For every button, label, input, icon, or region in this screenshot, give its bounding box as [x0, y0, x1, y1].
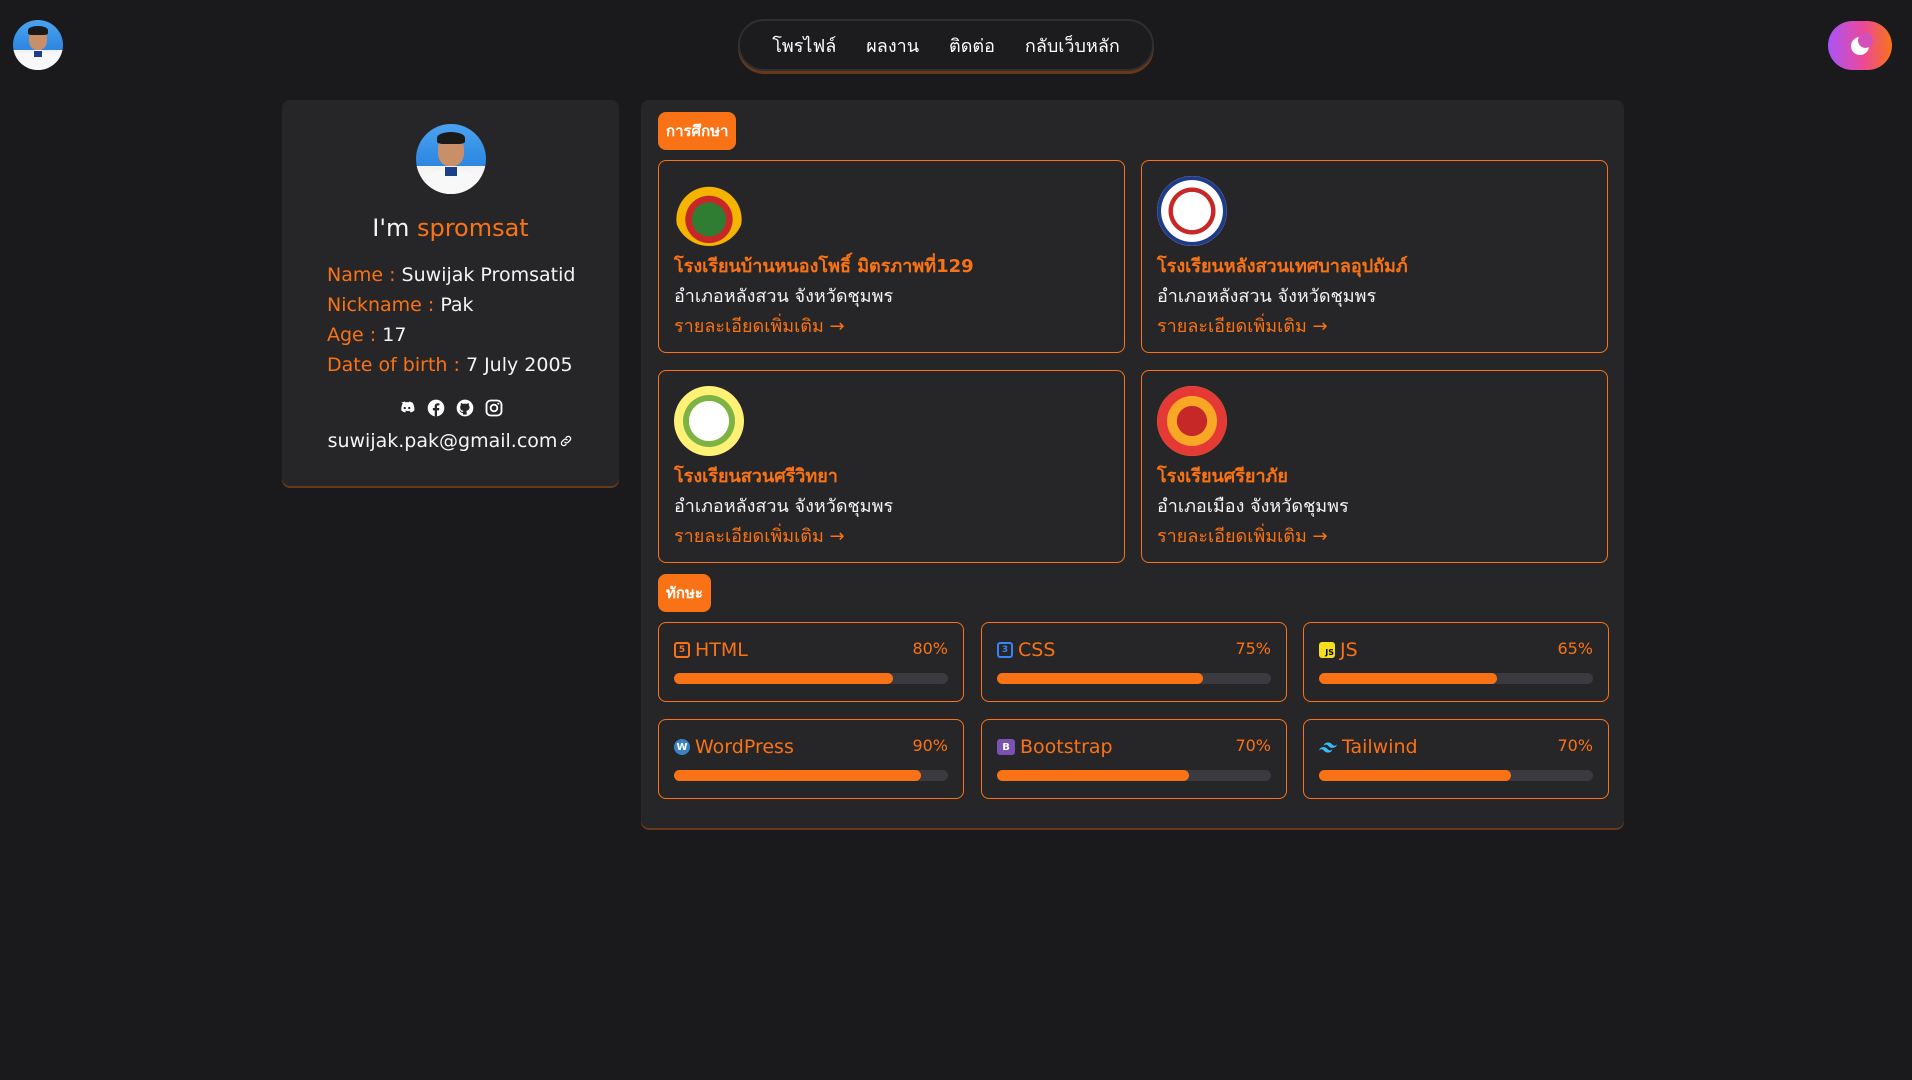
- skill-card: 5 HTML 80%: [658, 622, 964, 702]
- school-logo-suansriwittaya: [674, 386, 744, 456]
- nav-item-back-home[interactable]: กลับเว็บหลัก: [1025, 31, 1120, 60]
- info-age: Age : 17: [327, 324, 407, 346]
- school-more-link[interactable]: รายละเอียดเพิ่มเติม →: [1157, 521, 1328, 550]
- moon-icon: [1851, 32, 1873, 55]
- instagram-icon[interactable]: [484, 398, 504, 418]
- arrow-right-icon: →: [1312, 316, 1328, 337]
- profile-info: Name : Suwijak Promsatid Nickname : Pak …: [327, 260, 575, 380]
- link-icon: [561, 435, 572, 447]
- skill-percent: 75%: [1235, 639, 1271, 658]
- education-heading: การศึกษา: [658, 112, 737, 150]
- bootstrap-icon: B: [997, 739, 1015, 755]
- html5-icon: 5: [674, 642, 690, 658]
- nav-item-contact[interactable]: ติดต่อ: [949, 31, 995, 60]
- skill-progress-fill: [997, 770, 1189, 781]
- main-nav: โพรไฟล์ ผลงาน ติดต่อ กลับเว็บหลัก: [738, 19, 1154, 71]
- school-card: โรงเรียนศรียาภัย อำเภอเมือง จังหวัดชุมพร…: [1141, 370, 1608, 563]
- skill-percent: 65%: [1557, 639, 1593, 658]
- nav-item-profile[interactable]: โพรไฟล์: [772, 31, 836, 60]
- school-name: โรงเรียนหลังสวนเทศบาลอุปถัมภ์: [1157, 256, 1408, 277]
- skill-card: B Bootstrap 70%: [981, 719, 1287, 799]
- skill-name: JS JS: [1319, 639, 1358, 661]
- skill-progress-fill: [674, 770, 921, 781]
- arrow-right-icon: →: [829, 526, 845, 547]
- javascript-icon: JS: [1319, 642, 1335, 658]
- skill-progress-track: [674, 673, 948, 684]
- school-card: โรงเรียนบ้านหนองโพธิ์ มิตรภาพที่129 อำเภ…: [658, 160, 1125, 353]
- css3-icon: 3: [997, 642, 1013, 658]
- theme-toggle-button[interactable]: [1828, 21, 1892, 70]
- school-logo-nongpho: [674, 176, 744, 246]
- school-name: โรงเรียนศรียาภัย: [1157, 466, 1288, 487]
- nav-avatar[interactable]: [13, 20, 63, 70]
- arrow-right-icon: →: [1312, 526, 1328, 547]
- skill-percent: 80%: [912, 639, 948, 658]
- school-district: อำเภอหลังสวน จังหวัดชุมพร: [674, 496, 894, 517]
- social-links: [282, 398, 619, 418]
- skill-card: JS JS 65%: [1303, 622, 1609, 702]
- skill-name: W WordPress: [674, 736, 794, 758]
- nav-item-works[interactable]: ผลงาน: [866, 31, 919, 60]
- skill-progress-track: [997, 673, 1271, 684]
- skill-name: 5 HTML: [674, 639, 748, 661]
- discord-icon[interactable]: [397, 398, 417, 418]
- skill-progress-track: [997, 770, 1271, 781]
- school-card: โรงเรียนหลังสวนเทศบาลอุปถัมภ์ อำเภอหลังส…: [1141, 160, 1608, 353]
- school-name: โรงเรียนบ้านหนองโพธิ์ มิตรภาพที่129: [674, 256, 974, 277]
- content-panel: การศึกษา โรงเรียนบ้านหนองโพธิ์ มิตรภาพที…: [641, 100, 1624, 828]
- school-more-link[interactable]: รายละเอียดเพิ่มเติม →: [674, 311, 845, 340]
- school-more-link[interactable]: รายละเอียดเพิ่มเติม →: [674, 521, 845, 550]
- wordpress-icon: W: [674, 739, 690, 755]
- skill-progress-track: [1319, 770, 1593, 781]
- school-logo-langsuan-municipal: [1157, 176, 1227, 246]
- skill-percent: 90%: [912, 736, 948, 755]
- skill-progress-track: [674, 770, 948, 781]
- school-district: อำเภอเมือง จังหวัดชุมพร: [1157, 496, 1349, 517]
- school-name: โรงเรียนสวนศรีวิทยา: [674, 466, 838, 487]
- info-nickname: Nickname : Pak: [327, 294, 474, 316]
- skills-heading: ทักษะ: [658, 574, 711, 612]
- skill-progress-fill: [997, 673, 1203, 684]
- school-district: อำเภอหลังสวน จังหวัดชุมพร: [1157, 286, 1377, 307]
- profile-avatar: [416, 124, 486, 194]
- skill-progress-fill: [674, 673, 894, 684]
- school-district: อำเภอหลังสวน จังหวัดชุมพร: [674, 286, 894, 307]
- skill-card: Tailwind 70%: [1303, 719, 1609, 799]
- skill-progress-fill: [1319, 770, 1511, 781]
- school-card: โรงเรียนสวนศรีวิทยา อำเภอหลังสวน จังหวัด…: [658, 370, 1125, 563]
- email-link[interactable]: suwijak.pak@gmail.com: [282, 430, 619, 452]
- greeting-text: I'm: [372, 214, 417, 242]
- github-icon[interactable]: [455, 398, 475, 418]
- info-name: Name : Suwijak Promsatid: [327, 264, 576, 286]
- skill-card: 3 CSS 75%: [981, 622, 1287, 702]
- skill-name: 3 CSS: [997, 639, 1055, 661]
- school-more-link[interactable]: รายละเอียดเพิ่มเติม →: [1157, 311, 1328, 340]
- skill-progress-track: [1319, 673, 1593, 684]
- tailwind-icon: [1319, 742, 1337, 753]
- skill-progress-fill: [1319, 673, 1498, 684]
- facebook-icon[interactable]: [426, 398, 446, 418]
- profile-heading: I'm spromsat: [282, 214, 619, 242]
- profile-handle: spromsat: [416, 214, 529, 242]
- arrow-right-icon: →: [829, 316, 845, 337]
- skill-name: B Bootstrap: [997, 736, 1113, 758]
- skill-card: W WordPress 90%: [658, 719, 964, 799]
- school-logo-sriyapai: [1157, 386, 1227, 456]
- skill-name: Tailwind: [1319, 736, 1418, 758]
- skill-percent: 70%: [1557, 736, 1593, 755]
- info-dob: Date of birth : 7 July 2005: [327, 354, 573, 376]
- skill-percent: 70%: [1235, 736, 1271, 755]
- profile-card: I'm spromsat Name : Suwijak Promsatid Ni…: [282, 100, 619, 486]
